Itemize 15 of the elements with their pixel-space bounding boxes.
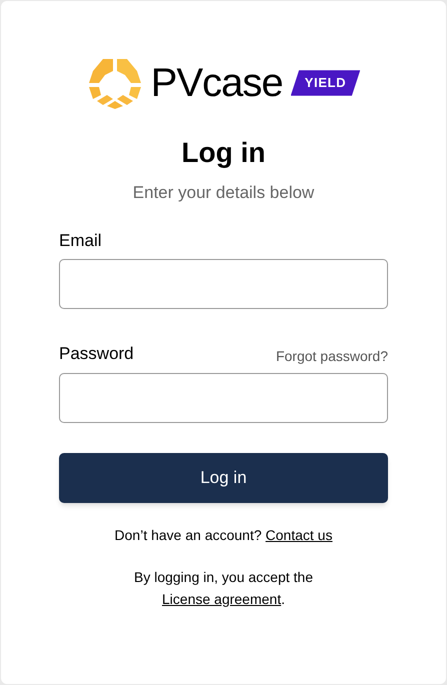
logo-badge: YIELD xyxy=(290,70,360,96)
page-title: Log in xyxy=(182,136,266,170)
license-agreement-link[interactable]: License agreement xyxy=(162,590,282,606)
license-text: By logging in, you accept the License agreement. xyxy=(132,568,314,609)
forgot-password-link[interactable]: Forgot password? xyxy=(276,346,388,366)
hexagon-logo-icon xyxy=(86,57,143,109)
input-field[interactable] xyxy=(59,259,388,309)
field-label: Password xyxy=(59,343,134,365)
contact-us-link[interactable]: Contact us xyxy=(266,526,332,542)
login-button[interactable]: Log in xyxy=(59,452,388,502)
page-subtitle: Enter your details below xyxy=(132,182,314,204)
input-field[interactable] xyxy=(59,372,388,422)
logo-wordmark: PVcase xyxy=(150,63,283,103)
field-label: Email xyxy=(59,230,102,252)
signup-text: Don’t have an account? Contact us xyxy=(114,526,332,544)
